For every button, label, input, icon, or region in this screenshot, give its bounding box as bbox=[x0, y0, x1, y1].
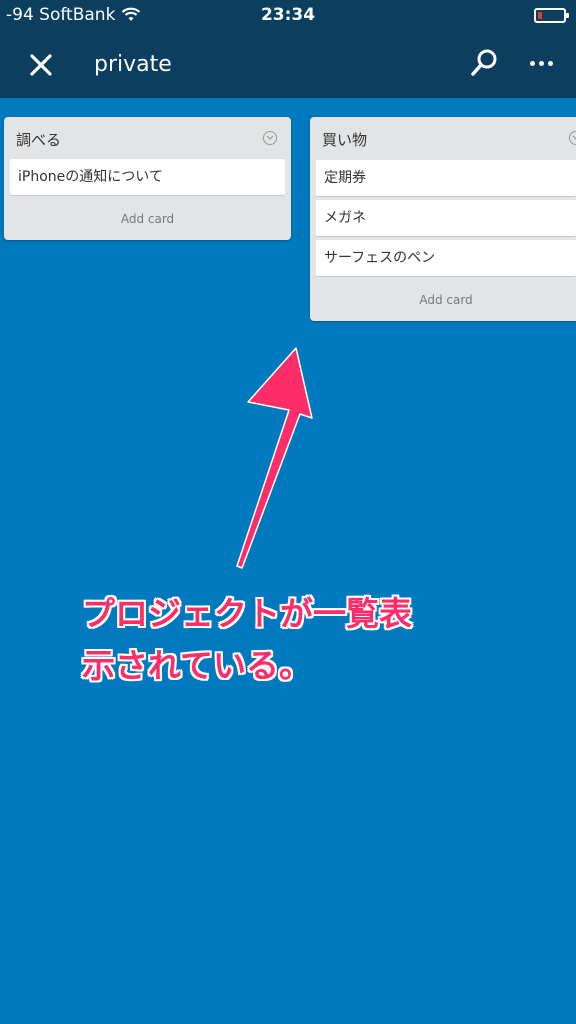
more-options-icon[interactable] bbox=[524, 46, 558, 80]
card[interactable]: 定期券 bbox=[316, 160, 576, 196]
annotation-text: プロジェクトが一覧表 示されている。 bbox=[82, 588, 502, 692]
close-icon[interactable] bbox=[24, 48, 58, 82]
card[interactable]: サーフェスのペン bbox=[316, 240, 576, 276]
card[interactable]: iPhoneの通知について bbox=[10, 159, 285, 195]
add-card-button[interactable]: Add card bbox=[4, 212, 291, 226]
card[interactable]: メガネ bbox=[316, 200, 576, 236]
battery-icon bbox=[534, 8, 569, 23]
list-shirabe: 調べる iPhoneの通知について Add card bbox=[4, 117, 291, 240]
add-card-button[interactable]: Add card bbox=[310, 293, 576, 307]
status-bar: -94 SoftBank 23:34 bbox=[0, 0, 576, 32]
annotation-arrow bbox=[236, 347, 313, 569]
board-title: private bbox=[94, 52, 172, 77]
board-header: private bbox=[0, 32, 576, 98]
list-menu-icon[interactable] bbox=[569, 131, 576, 145]
list-title: 調べる bbox=[16, 131, 62, 149]
list-title: 買い物 bbox=[322, 131, 368, 149]
annotation-line: 示されている。 bbox=[82, 646, 313, 685]
list-menu-icon[interactable] bbox=[263, 131, 277, 145]
list-kaimono: 買い物 定期券 メガネ サーフェスのペン Add card bbox=[310, 117, 576, 321]
search-icon[interactable] bbox=[468, 46, 502, 80]
clock: 23:34 bbox=[260, 5, 316, 25]
annotation-line: プロジェクトが一覧表 bbox=[82, 594, 412, 633]
